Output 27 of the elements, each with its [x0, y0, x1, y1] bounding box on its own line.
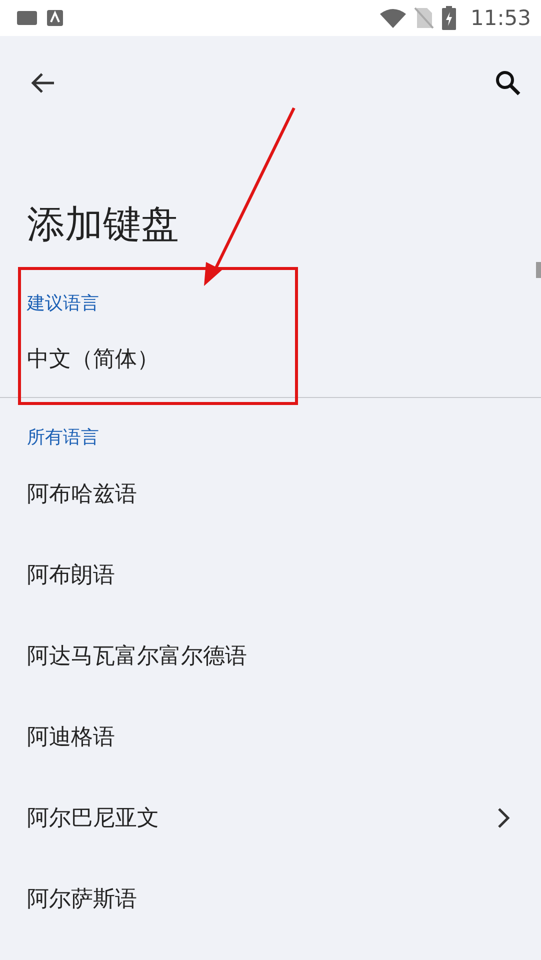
back-icon[interactable]	[30, 71, 56, 95]
language-name: 阿达马瓦富尔富尔德语	[27, 642, 247, 670]
language-name: 阿迪格语	[27, 724, 115, 752]
language-name: 阿尔巴尼亚文	[27, 804, 159, 832]
language-name: 阿布哈兹语	[27, 480, 137, 508]
scrollbar	[536, 262, 541, 278]
language-item[interactable]: 阿迪格语	[0, 696, 541, 777]
notification-icon	[46, 9, 64, 27]
clock-time: 11:53	[470, 6, 531, 30]
no-sim-icon	[414, 7, 434, 29]
keyboard-icon	[16, 9, 38, 27]
language-name: 阿尔萨斯语	[27, 886, 137, 914]
chevron-icon	[497, 806, 511, 828]
language-item[interactable]: 阿布哈兹语	[0, 453, 541, 534]
language-item[interactable]: 阿达马瓦富尔富尔德语	[0, 615, 541, 696]
language-name: 中文（简体）	[27, 346, 159, 374]
wifi-icon	[380, 8, 406, 28]
language-item[interactable]: 阿尔巴尼亚文	[0, 777, 541, 858]
section-header: 建议语言	[27, 292, 99, 316]
language-item[interactable]: 中文（简体）	[0, 316, 541, 397]
battery-icon	[442, 6, 456, 30]
page-title: 添加键盘	[27, 202, 180, 246]
search-icon[interactable]	[495, 70, 521, 96]
language-item[interactable]: 阿尔萨斯语	[0, 858, 541, 939]
language-item[interactable]: 阿布朗语	[0, 534, 541, 615]
language-name: 阿布朗语	[27, 562, 115, 590]
section-header: 所有语言	[27, 426, 99, 450]
